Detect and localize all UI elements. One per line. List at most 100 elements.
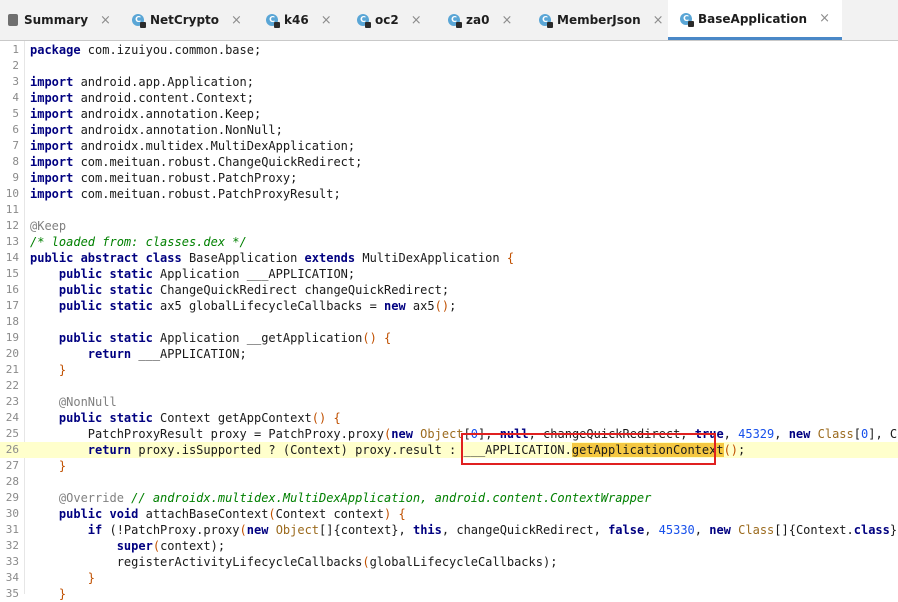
code-line[interactable]: 24 public static Context getAppContext()… [0,410,898,426]
code-line[interactable]: 17 public static ax5 globalLifecycleCall… [0,298,898,314]
line-number: 8 [12,155,19,168]
code-line[interactable]: 2 [0,58,898,74]
tab-baseapplication[interactable]: C BaseApplication × [668,0,842,40]
class-icon: C [266,14,280,28]
tab-za0[interactable]: C za0 × [448,0,512,40]
code-text: com.meituan.robust.PatchProxy; [73,171,298,185]
code-line[interactable]: 29 @Override // androidx.multidex.MultiD… [0,490,898,506]
selected-method[interactable]: getApplicationContext [571,443,724,457]
tab-k46[interactable]: C k46 × [266,0,332,40]
code-text: (!PatchProxy.proxy [102,523,240,537]
tab-summary[interactable]: Summary × [8,0,111,40]
line-number: 34 [5,571,19,584]
code-line[interactable]: 7 import androidx.multidex.MultiDexApplic… [0,138,898,154]
code-line[interactable]: 11 [0,202,898,218]
code-line[interactable]: 18 [0,314,898,330]
code-line[interactable]: 30 public void attachBaseContext(Context… [0,506,898,522]
code-text: {context}, [333,523,413,537]
code-line[interactable]: 13 /* loaded from: classes.dex */ [0,234,898,250]
line-number: 12 [5,219,19,232]
code-line[interactable]: 35 } [0,586,898,602]
code-line[interactable]: 14 public abstract class BaseApplication … [0,250,898,266]
code-line[interactable]: 33 registerActivityLifecycleCallbacks(gl… [0,554,898,570]
code-text: com.meituan.robust.ChangeQuickRedirect; [73,155,363,169]
close-icon[interactable]: × [321,13,332,28]
editor-tab-bar: Summary × C NetCrypto × C k46 × C oc2 × … [0,0,898,41]
code-line[interactable]: 9 import com.meituan.robust.PatchProxy; [0,170,898,186]
line-number: 33 [5,555,19,568]
keyword: new [788,427,811,441]
line-number: 4 [12,91,19,104]
tab-netcrypto[interactable]: C NetCrypto × [132,0,242,40]
keyword: package [30,43,81,57]
line-number: 28 [5,475,19,488]
code-line[interactable]: 6 import androidx.annotation.NonNull; [0,122,898,138]
code-line[interactable]: 21 } [0,362,898,378]
close-icon[interactable]: × [231,13,242,28]
brace: } [30,571,96,585]
brace: } [30,459,67,473]
paren: () [362,331,377,345]
number: 45330 [658,523,695,537]
tab-label: MemberJson [557,13,641,27]
line-number: 16 [5,283,19,296]
line-number: 26 [5,443,19,456]
code-line-current[interactable]: 26 return proxy.isSupported ? (Context) … [0,442,898,458]
code-text: attachBaseContext [138,507,269,521]
code-line[interactable]: 10 import com.meituan.robust.PatchProxyRe… [0,186,898,202]
code-text: androidx.annotation.Keep; [73,107,262,121]
tab-oc2[interactable]: C oc2 × [357,0,422,40]
code-line[interactable]: 28 [0,474,898,490]
code-text: PatchProxyResult proxy = PatchProxy.prox… [30,427,385,441]
close-icon[interactable]: × [501,13,512,28]
line-number: 22 [5,379,19,392]
code-line[interactable]: 16 public static ChangeQuickRedirect cha… [0,282,898,298]
code-text: androidx.annotation.NonNull; [73,123,283,137]
code-line[interactable]: 3 import android.app.Application; [0,74,898,90]
code-line[interactable]: 1 package com.izuiyou.common.base; [0,42,898,58]
line-number: 6 [12,123,19,136]
line-number: 23 [5,395,19,408]
brace: { [398,507,406,521]
line-number: 7 [12,139,19,152]
code-text: ChangeQuickRedirect changeQuickRedirect; [152,283,450,297]
keyword: import [30,91,74,105]
code-text: Context getAppContext [152,411,312,425]
close-icon[interactable]: × [100,13,111,28]
class-icon: C [357,14,371,28]
keyword: extends [304,251,356,265]
code-line[interactable]: 15 public static Application ___APPLICAT… [0,266,898,282]
code-line[interactable]: 27 } [0,458,898,474]
line-number: 5 [12,107,19,120]
code-line[interactable]: 31 if (!PatchProxy.proxy(new Object[]{co… [0,522,898,538]
document-icon [8,14,18,26]
code-line[interactable]: 8 import com.meituan.robust.ChangeQuickRe… [0,154,898,170]
line-number: 2 [12,59,19,72]
code-line[interactable]: 22 [0,378,898,394]
class-name: Object [420,427,464,441]
code-line[interactable]: 32 super(context); [0,538,898,554]
code-line[interactable]: 20 return ___APPLICATION; [0,346,898,362]
code-text: ; [738,443,746,457]
tab-memberjson[interactable]: C MemberJson × [539,0,664,40]
line-number: 21 [5,363,19,376]
code-line[interactable]: 25 PatchProxyResult proxy = PatchProxy.p… [0,426,898,442]
close-icon[interactable]: × [819,11,830,26]
code-line[interactable]: 34 } [0,570,898,586]
code-line[interactable]: 19 public static Application __getApplic… [0,330,898,346]
close-icon[interactable]: × [653,13,664,28]
keyword: new [391,427,413,441]
close-icon[interactable]: × [411,13,422,28]
code-text: ); [210,539,226,553]
code-text: , changeQuickRedirect, [528,427,695,441]
code-line[interactable]: 23 @NonNull [0,394,898,410]
code-line[interactable]: 5 import androidx.annotation.Keep; [0,106,898,122]
annotation: @Keep [30,219,67,233]
code-line[interactable]: 12 @Keep [0,218,898,234]
code-editor[interactable]: 1 package com.izuiyou.common.base; 2 3 imp… [0,41,898,601]
code-line[interactable]: 4 import android.content.Context; [0,90,898,106]
line-number: 35 [5,587,19,600]
line-number: 32 [5,539,19,552]
